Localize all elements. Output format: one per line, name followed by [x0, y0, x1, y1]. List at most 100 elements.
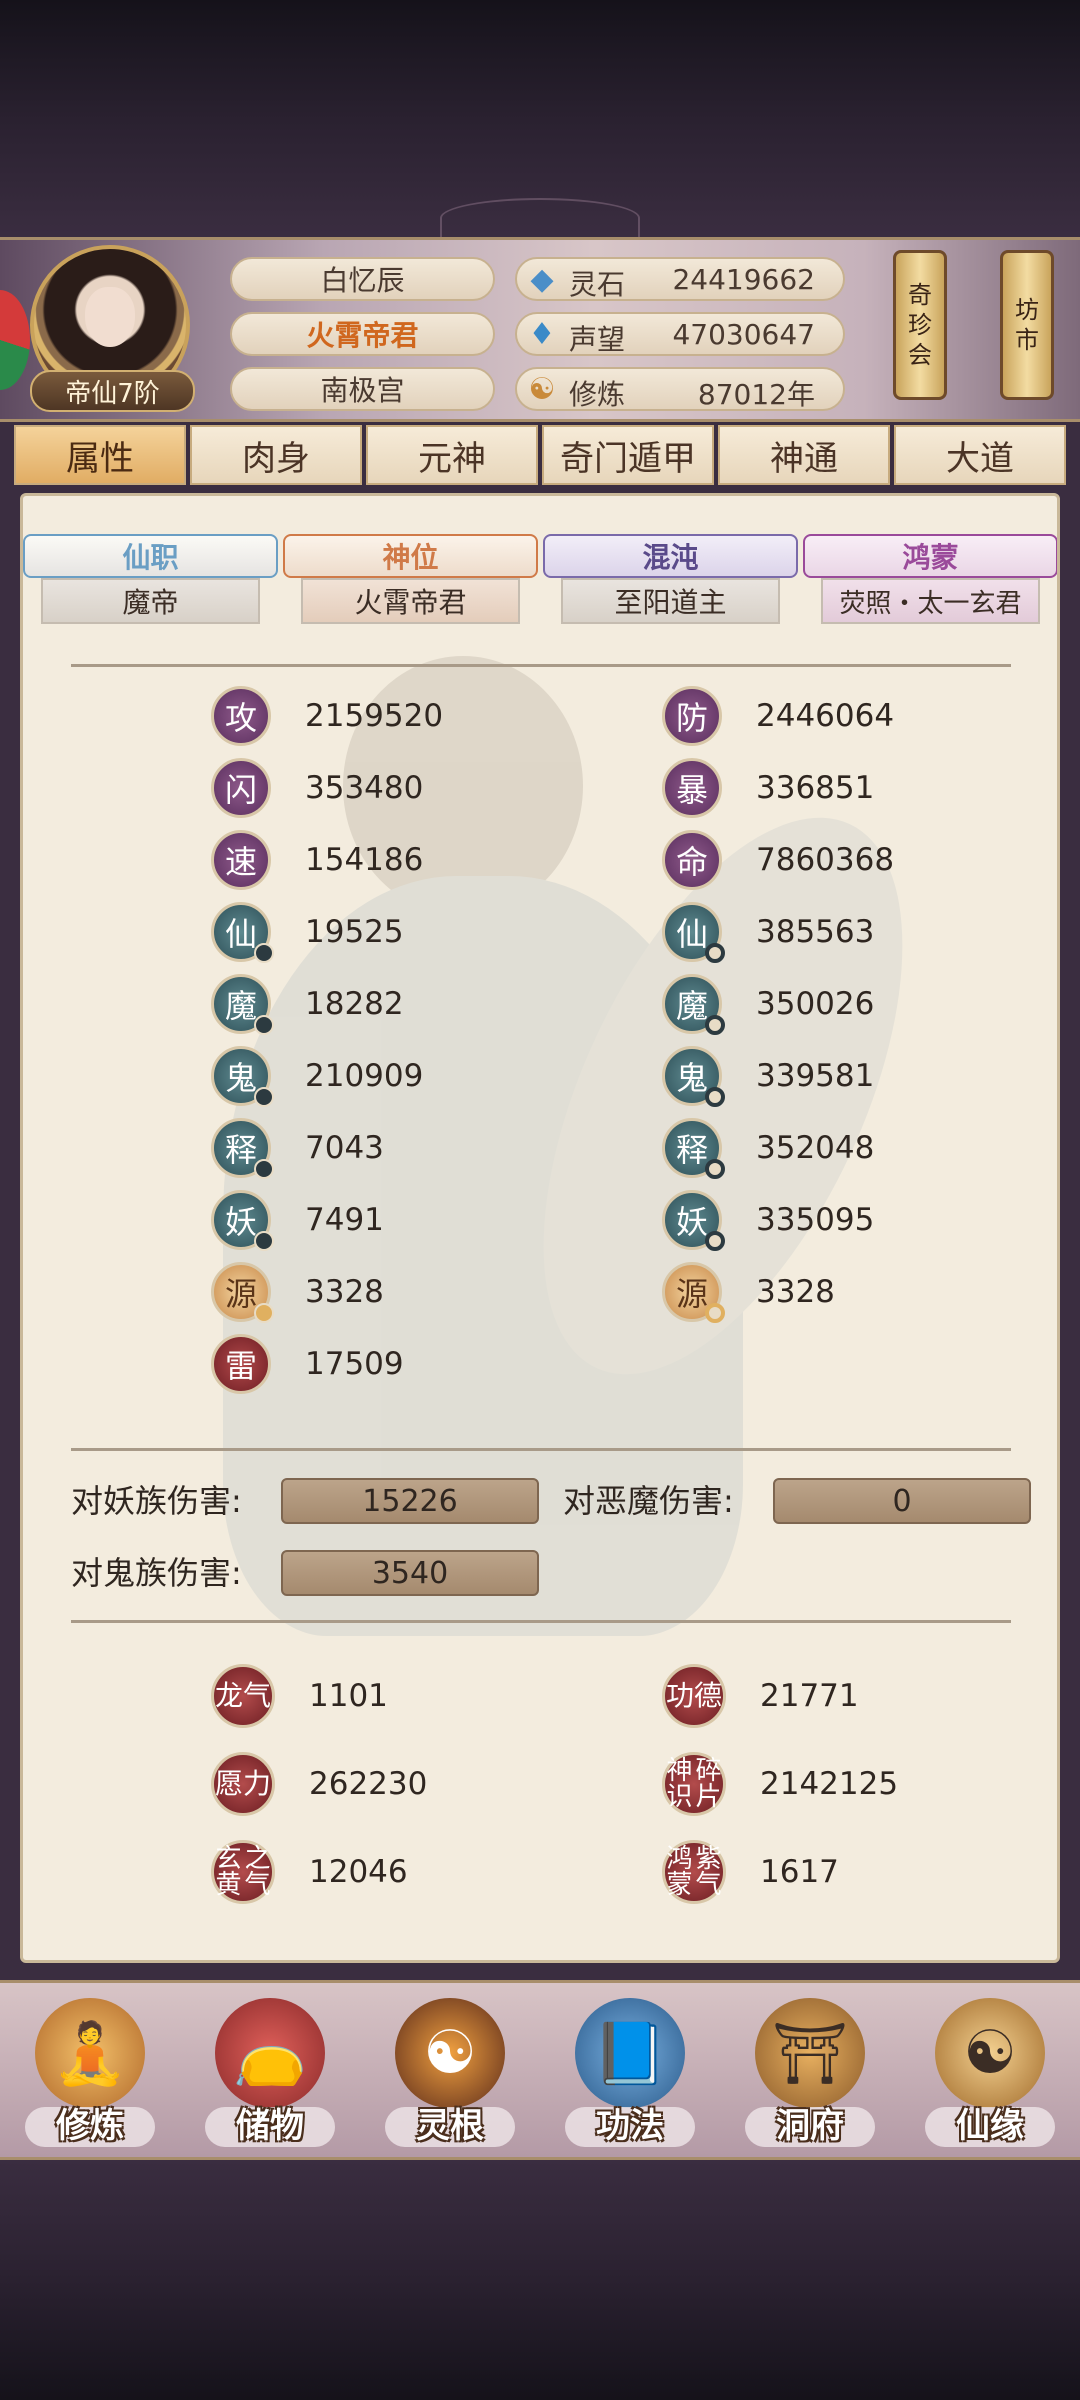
banner-chaos[interactable]: 混沌 至阳道主 [543, 534, 798, 624]
origin-defense-icon: 源 [662, 1262, 725, 1323]
banner-value: 火霄帝君 [301, 578, 520, 624]
tab-soul[interactable]: 元神 [366, 425, 538, 485]
speed-icon: 速 [211, 830, 271, 890]
button-char: 奇 [908, 281, 932, 309]
defense-badge-icon [705, 1015, 725, 1035]
yao-defense-icon: 妖 [662, 1190, 725, 1251]
damage-label-ghost: 对鬼族伤害: [71, 1554, 242, 1592]
treasure-fair-button[interactable]: 奇 珍 会 [893, 250, 947, 400]
player-sect: 南极宫 [230, 367, 495, 411]
banner-title: 神位 [283, 534, 538, 578]
damage-value-ghost: 3540 [281, 1550, 539, 1596]
nav-cultivate[interactable]: 🧘 修炼 [10, 1987, 170, 2147]
icon-glyph: 释 [224, 1131, 257, 1169]
resource-label: 灵石 [569, 268, 626, 301]
stat-value: 19525 [305, 914, 404, 950]
stat-immortal-defense: 仙 385563 [662, 902, 874, 963]
market-button[interactable]: 坊 市 [1000, 250, 1054, 400]
resource-cultivation: ☯ 修炼 87012年 [515, 367, 845, 411]
icon-glyph: 仙 [224, 915, 257, 953]
gourd-icon: ☯ [935, 1998, 1045, 2108]
nav-cave[interactable]: ⛩ 洞府 [730, 1987, 890, 2147]
stat-dodge: 闪 353480 [211, 758, 423, 818]
attack-badge-icon [254, 1303, 274, 1323]
tab-attributes[interactable]: 属性 [14, 425, 186, 485]
demon-attack-icon: 魔 [211, 974, 274, 1035]
stat-value: 336851 [756, 770, 875, 806]
nav-techniques[interactable]: 📘 功法 [550, 1987, 710, 2147]
resource-value: 24419662 [672, 263, 815, 296]
player-name: 白忆辰 [230, 257, 495, 301]
button-char: 会 [908, 341, 932, 369]
nav-storage[interactable]: 👝 储物 [190, 1987, 350, 2147]
stat-value: 18282 [305, 986, 404, 1022]
stat-yao-defense: 妖 335095 [662, 1190, 875, 1251]
stat-demon-defense: 魔 350026 [662, 974, 874, 1035]
tab-dao[interactable]: 大道 [894, 425, 1066, 485]
special-value: 1101 [309, 1678, 388, 1714]
stat-value: 210909 [305, 1058, 424, 1094]
stat-origin-defense: 源 3328 [662, 1262, 835, 1323]
special-value: 262230 [309, 1766, 428, 1802]
nav-label: 灵根 [416, 2106, 484, 2146]
defense-badge-icon [705, 1159, 725, 1179]
hp-icon: 命 [662, 830, 722, 890]
special-value: 1617 [760, 1854, 839, 1890]
stat-ghost-defense: 鬼 339581 [662, 1046, 874, 1107]
divider [71, 664, 1011, 667]
hongmeng-qi-icon: 鸿蒙 紫气 [662, 1840, 726, 1904]
icon-glyph: 紫气 [695, 1844, 722, 1900]
banner-divine-rank[interactable]: 神位 火霄帝君 [283, 534, 538, 624]
resource-value: 87012年 [697, 378, 815, 411]
willpower-icon: 愿力 [211, 1752, 275, 1816]
icon-glyph: 源 [675, 1275, 708, 1313]
avatar-face [85, 287, 135, 347]
defense-badge-icon [705, 1303, 725, 1323]
stat-speed: 速 154186 [211, 830, 423, 890]
special-value: 21771 [760, 1678, 859, 1714]
attack-badge-icon [254, 1087, 274, 1107]
stat-value: 335095 [756, 1202, 875, 1238]
stat-ghost-attack: 鬼 210909 [211, 1046, 424, 1107]
immortal-attack-icon: 仙 [211, 902, 274, 963]
tab-body[interactable]: 肉身 [190, 425, 362, 485]
banner-hongmeng[interactable]: 鸿蒙 荧照・太一玄君 [803, 534, 1057, 624]
attack-badge-icon [254, 943, 274, 963]
stat-value: 154186 [305, 842, 424, 878]
stat-value: 7860368 [756, 842, 895, 878]
damage-label-yao: 对妖族伤害: [71, 1482, 242, 1520]
divider [71, 1620, 1011, 1623]
banner-title: 仙职 [23, 534, 278, 578]
special-soul-fragment: 神识 碎片 2142125 [662, 1744, 898, 1824]
banner-immortal-post[interactable]: 仙职 魔帝 [23, 534, 278, 624]
button-char: 珍 [908, 311, 932, 339]
icon-glyph: 妖 [224, 1203, 257, 1241]
icon-glyph: 鬼 [675, 1059, 708, 1097]
nav-label: 功法 [596, 2106, 664, 2146]
stat-value: 7491 [305, 1202, 384, 1238]
immortal-defense-icon: 仙 [662, 902, 725, 963]
nav-label: 仙缘 [956, 2106, 1024, 2146]
special-merit: 功德 21771 [662, 1656, 859, 1736]
special-xuanhuang-qi: 玄黄 之气 12046 [211, 1832, 408, 1912]
ghost-defense-icon: 鬼 [662, 1046, 725, 1107]
nav-label: 洞府 [776, 2106, 844, 2146]
defense-badge-icon [705, 1231, 725, 1251]
damage-value-yao: 15226 [281, 1478, 539, 1524]
tab-abilities[interactable]: 神通 [718, 425, 890, 485]
icon-glyph: 碎片 [695, 1756, 722, 1812]
defense-badge-icon [705, 1087, 725, 1107]
stat-defense: 防 2446064 [662, 686, 894, 746]
resource-spirit-stone: ◆ 灵石 24419662 [515, 257, 845, 301]
stat-value: 17509 [305, 1346, 404, 1382]
special-hongmeng-qi: 鸿蒙 紫气 1617 [662, 1832, 839, 1912]
nav-spirit-root[interactable]: ☯ 灵根 [370, 1987, 530, 2147]
banner-title: 混沌 [543, 534, 798, 578]
nav-fate[interactable]: ☯ 仙缘 [910, 1987, 1070, 2147]
special-willpower: 愿力 262230 [211, 1744, 427, 1824]
tab-qimen[interactable]: 奇门遁甲 [542, 425, 714, 485]
stat-thunder: 雷 17509 [211, 1334, 404, 1394]
stat-value: 3328 [756, 1274, 835, 1310]
spirit-root-icon: ☯ [395, 1998, 505, 2108]
banner-title: 鸿蒙 [803, 534, 1057, 578]
